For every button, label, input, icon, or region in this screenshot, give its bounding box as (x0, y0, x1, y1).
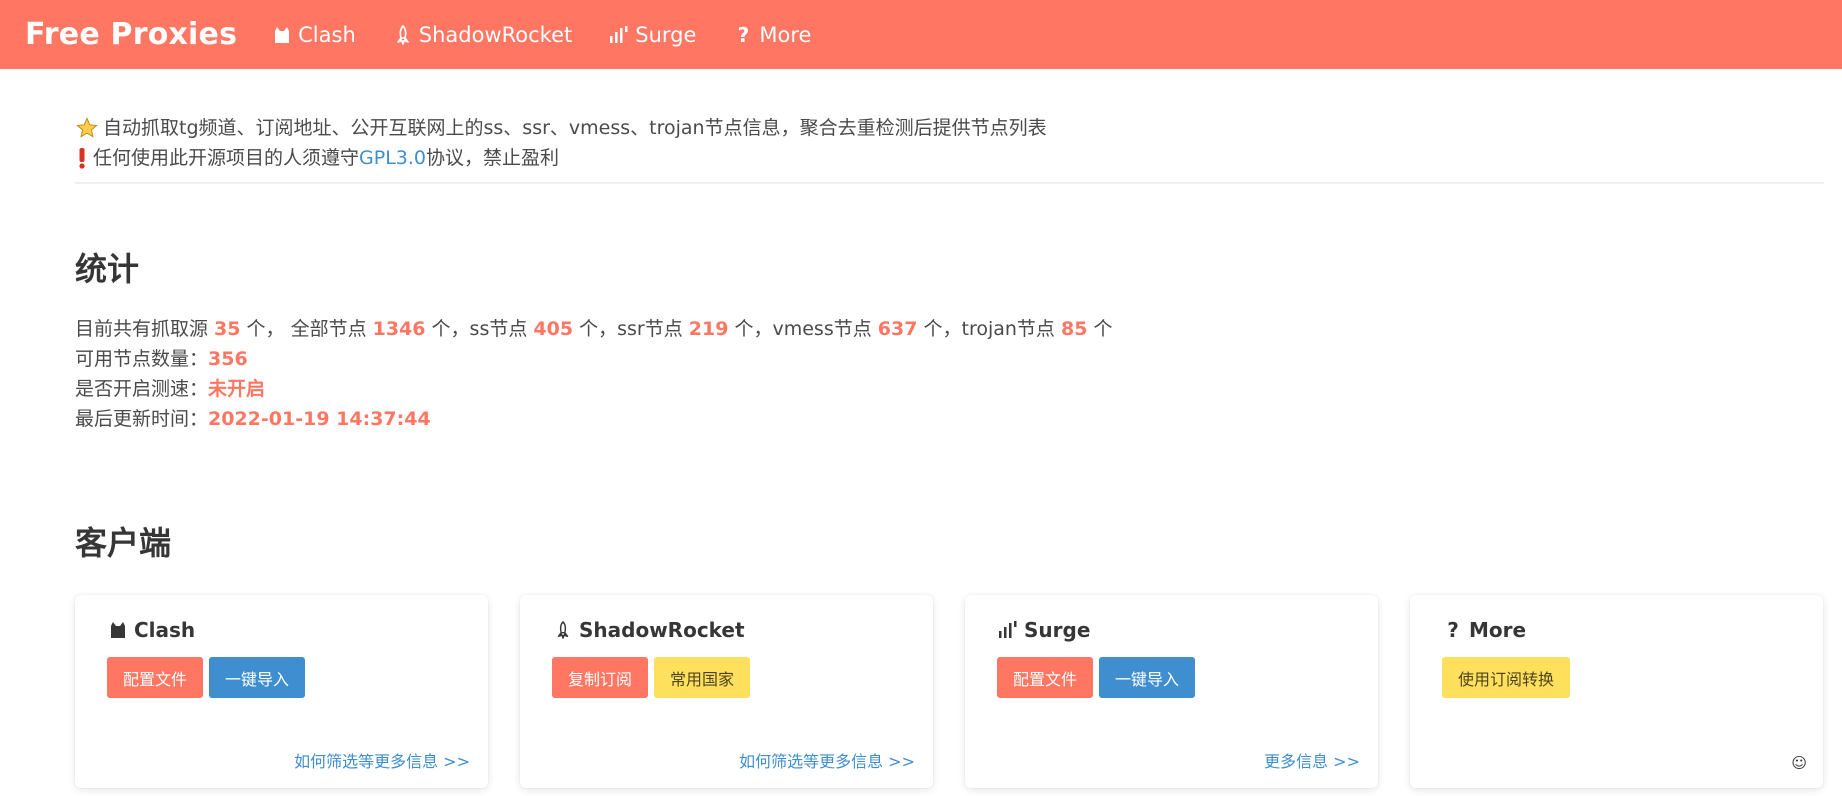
notice-box: 自动抓取tg频道、订阅地址、公开互联网上的ss、ssr、vmess、trojan… (75, 69, 1824, 184)
speedtest-status: 未开启 (208, 378, 266, 400)
sources-count: 35 (214, 318, 241, 340)
card-buttons: 配置文件 一键导入 (997, 657, 1378, 698)
node-counts-line: 目前共有抓取源 35 个， 全部节点 1346 个，ss节点 405 个，ssr… (75, 314, 1824, 344)
nav-item-surge[interactable]: Surge (608, 23, 696, 47)
card-title-text: Surge (1024, 618, 1091, 642)
all-nodes-count: 1346 (372, 318, 426, 340)
one-click-import-button[interactable]: 一键导入 (1099, 657, 1196, 698)
stats-text: 个，ss节点 (425, 318, 534, 340)
stats-text: 目前共有抓取源 (75, 318, 215, 340)
cat-icon (271, 24, 293, 46)
ssr-nodes-count: 219 (688, 318, 729, 340)
trojan-nodes-count: 85 (1060, 318, 1088, 340)
more-info-link[interactable]: 如何筛选等更多信息 >> (739, 748, 915, 772)
card-clash: Clash 配置文件 一键导入 如何筛选等更多信息 >> (75, 595, 488, 788)
navbar: Free Proxies Clash ShadowRocket Surge ? … (0, 0, 1842, 69)
nav-item-clash[interactable]: Clash (271, 23, 356, 47)
more-info-link[interactable]: 更多信息 >> (1264, 748, 1360, 772)
card-title: ? More (1442, 617, 1823, 643)
divider (75, 182, 1824, 184)
license-notice-suffix: 协议，禁止盈利 (426, 147, 560, 169)
question-icon: ? (737, 22, 750, 47)
smile-icon: ☺ (1791, 754, 1807, 772)
star-icon (75, 116, 99, 140)
cat-icon (107, 619, 129, 641)
available-count: 356 (208, 348, 248, 370)
card-title: Surge (997, 617, 1378, 643)
updated-line: 最后更新时间：2022-01-19 14:37:44 (75, 404, 1824, 434)
more-info-link[interactable]: 如何筛选等更多信息 >> (294, 748, 470, 772)
signal-bars-icon (997, 619, 1019, 641)
signal-bars-icon (608, 24, 630, 46)
card-surge: Surge 配置文件 一键导入 更多信息 >> (965, 595, 1378, 788)
stats-text: 个 (1087, 318, 1113, 340)
question-icon: ? (1447, 618, 1459, 642)
stats-text: 个， 全部节点 (240, 318, 373, 340)
clients-title: 客户端 (75, 524, 172, 562)
common-countries-button[interactable]: 常用国家 (654, 657, 751, 698)
card-buttons: 使用订阅转换 (1442, 657, 1823, 698)
last-updated-time: 2022-01-19 14:37:44 (208, 408, 431, 430)
nav-item-label: Clash (298, 22, 356, 47)
card-title: Clash (107, 617, 488, 643)
stats-label: 可用节点数量： (75, 348, 209, 370)
config-file-button[interactable]: 配置文件 (997, 657, 1094, 698)
license-notice-prefix: 任何使用此开源项目的人须遵守 (93, 147, 360, 169)
card-title: ShadowRocket (552, 617, 933, 643)
config-file-button[interactable]: 配置文件 (107, 657, 204, 698)
stats-text: 个，ssr节点 (573, 318, 689, 340)
notice-text: 自动抓取tg频道、订阅地址、公开互联网上的ss、ssr、vmess、trojan… (103, 117, 1047, 139)
subscription-converter-button[interactable]: 使用订阅转换 (1442, 657, 1571, 698)
one-click-import-button[interactable]: 一键导入 (209, 657, 306, 698)
ss-nodes-count: 405 (533, 318, 574, 340)
vmess-nodes-count: 637 (877, 318, 918, 340)
brand-logo[interactable]: Free Proxies (25, 17, 237, 52)
nav-item-label: ShadowRocket (418, 22, 573, 47)
gpl-license-link[interactable]: GPL3.0 (359, 143, 426, 173)
stats-block: 目前共有抓取源 35 个， 全部节点 1346 个，ss节点 405 个，ssr… (75, 314, 1824, 434)
exclamation-icon (75, 146, 89, 170)
notice-line: 自动抓取tg频道、订阅地址、公开互联网上的ss、ssr、vmess、trojan… (75, 113, 1824, 143)
card-title-text: More (1469, 618, 1527, 642)
stats-label: 是否开启测速： (75, 378, 209, 400)
nav-item-label: More (759, 22, 812, 47)
stats-text: 个，vmess节点 (728, 318, 878, 340)
card-title-text: Clash (134, 618, 196, 642)
notice-line: 任何使用此开源项目的人须遵守 GPL3.0 协议，禁止盈利 (75, 143, 1824, 173)
available-line: 可用节点数量：356 (75, 344, 1824, 374)
nav-item-more[interactable]: ? More (732, 22, 812, 47)
client-cards: Clash 配置文件 一键导入 如何筛选等更多信息 >> ShadowRocke… (75, 595, 1824, 788)
main-content: 自动抓取tg频道、订阅地址、公开互联网上的ss、ssr、vmess、trojan… (0, 69, 1842, 788)
stats-label: 最后更新时间： (75, 408, 209, 430)
nav-item-shadowrocket[interactable]: ShadowRocket (392, 23, 572, 47)
stats-title: 统计 (75, 250, 140, 288)
card-buttons: 复制订阅 常用国家 (552, 657, 933, 698)
rocket-icon (392, 24, 414, 46)
card-title-text: ShadowRocket (579, 618, 745, 642)
nav-item-label: Surge (635, 22, 697, 47)
stats-text: 个，trojan节点 (917, 318, 1061, 340)
card-more: ? More 使用订阅转换 ☺ (1410, 595, 1823, 788)
copy-subscription-button[interactable]: 复制订阅 (552, 657, 649, 698)
card-buttons: 配置文件 一键导入 (107, 657, 488, 698)
speedtest-line: 是否开启测速：未开启 (75, 374, 1824, 404)
card-shadowrocket: ShadowRocket 复制订阅 常用国家 如何筛选等更多信息 >> (520, 595, 933, 788)
rocket-icon (552, 619, 574, 641)
